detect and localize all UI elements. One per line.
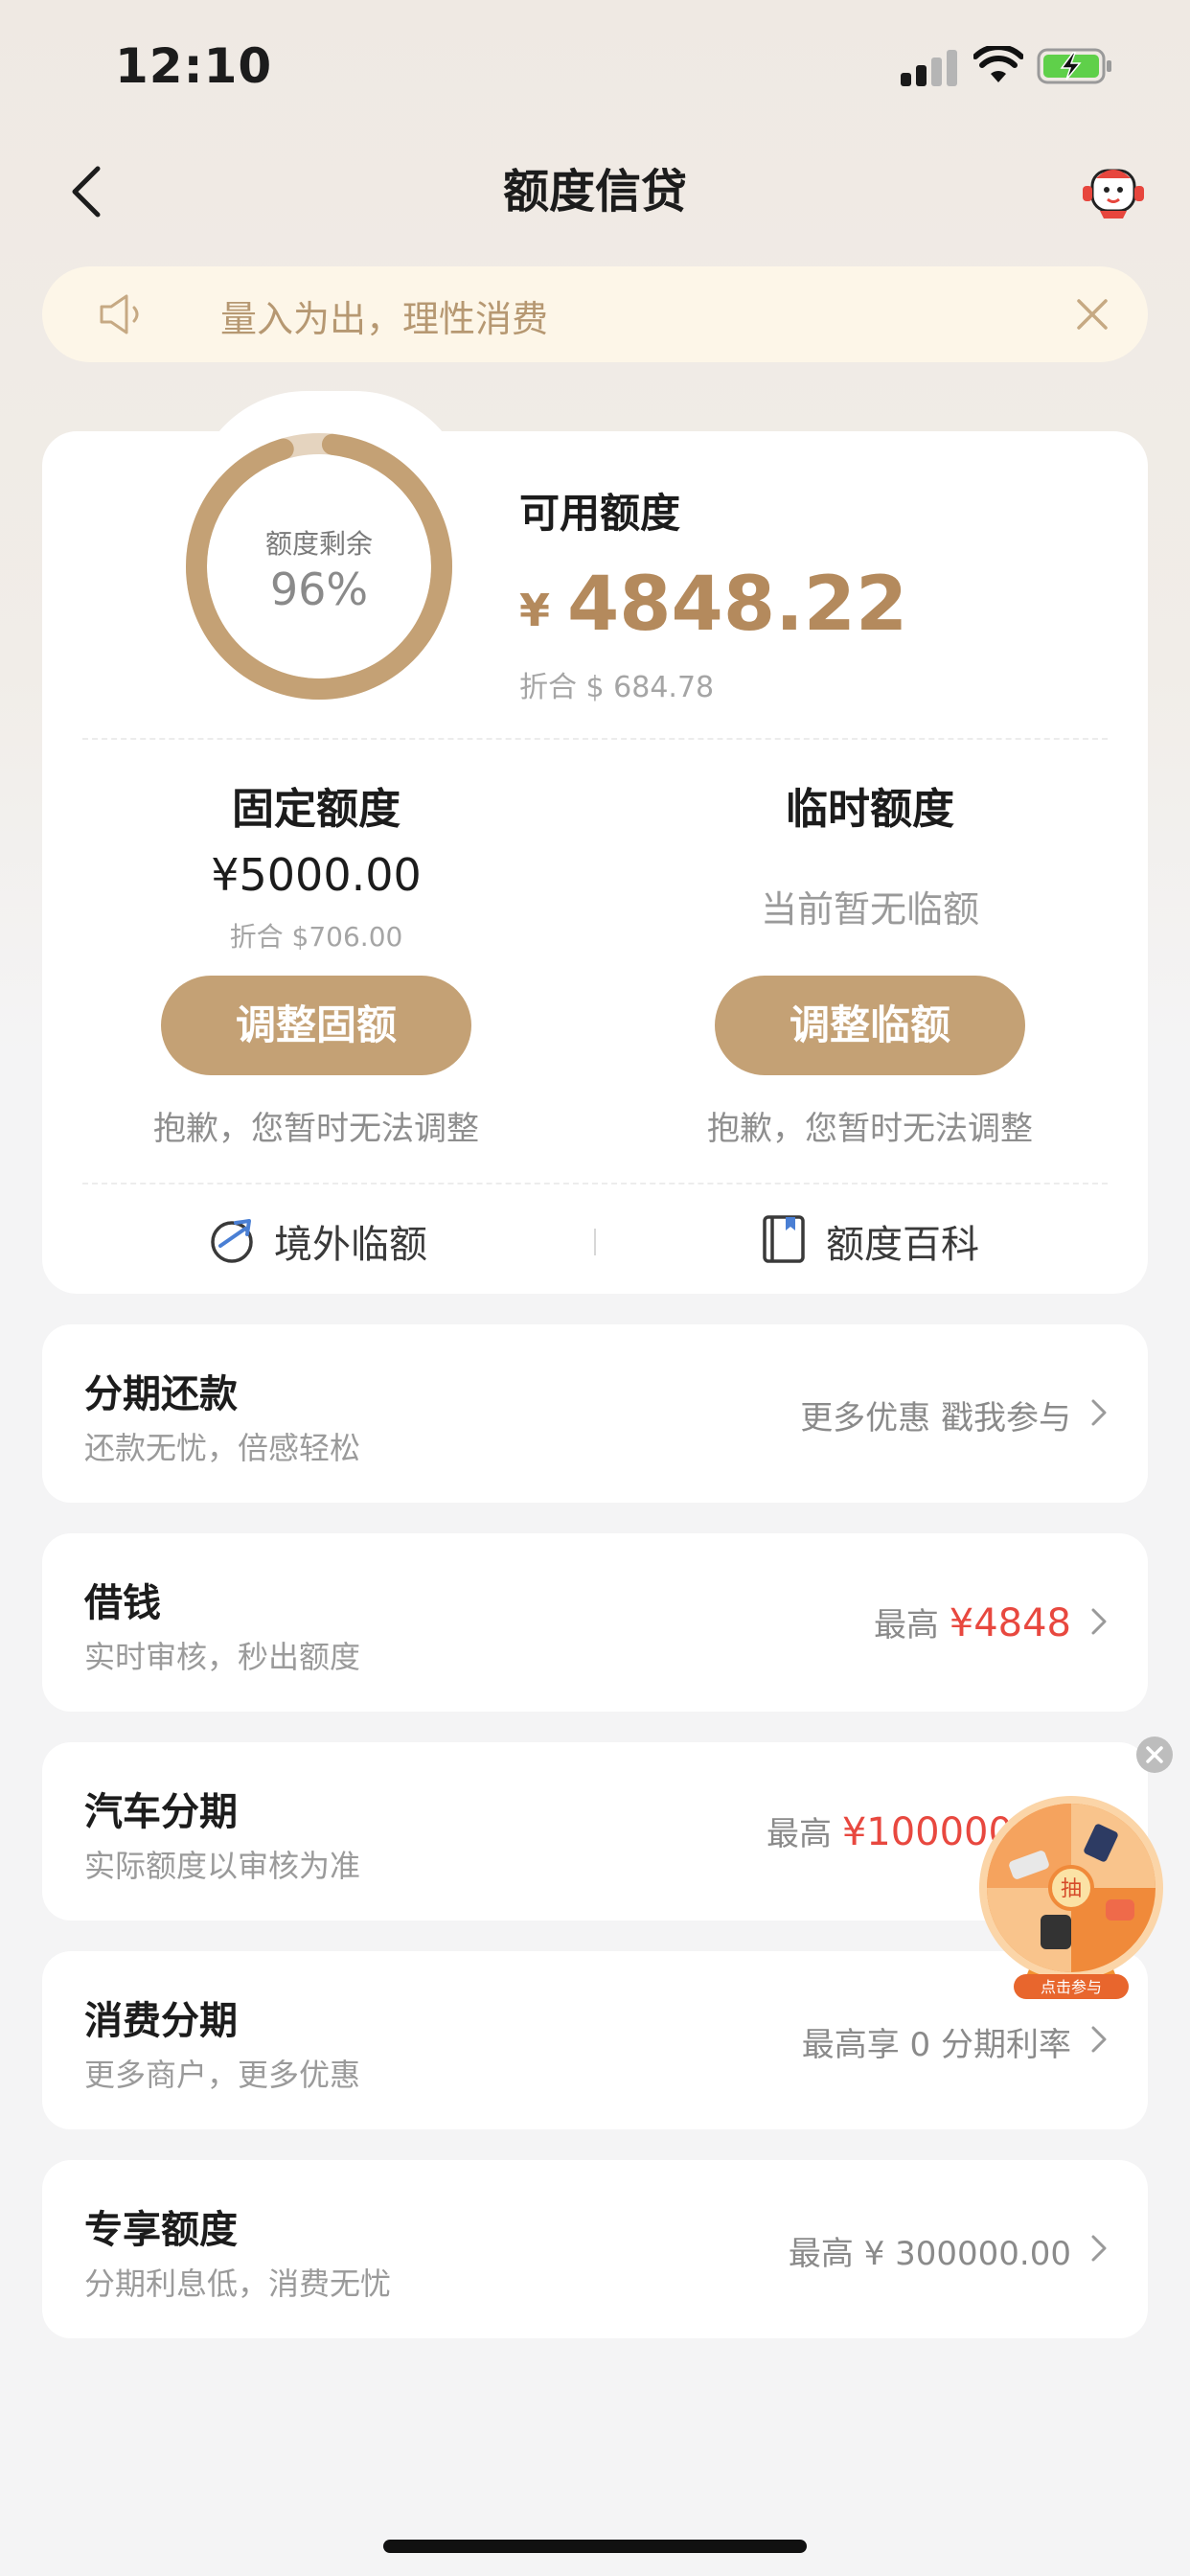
row-subtitle: 还款无忧，倍感轻松 [84,1430,361,1466]
chevron-right-icon [1091,2235,1107,2262]
wheel-center-label: 抽 [1061,1877,1082,1901]
temp-credit-status: 当前暂无临额 [760,888,979,931]
row-title: 借钱 [84,1581,161,1625]
close-icon[interactable] [1073,295,1111,334]
row-subtitle: 实际额度以审核为准 [84,1848,361,1884]
chevron-right-icon [1091,1399,1107,1426]
temp-credit-title: 临时额度 [786,785,954,834]
temp-adjust-note: 抱歉，您暂时无法调整 [707,1110,1033,1148]
row-title: 汽车分期 [84,1790,238,1834]
fixed-credit-converted: 折合 $706.00 [229,921,403,953]
row-title: 分期还款 [84,1372,238,1416]
notice-text: 量入为出，理性消费 [220,298,549,340]
speaker-icon [100,294,139,334]
row-subtitle: 分期利息低，消费无忧 [84,2266,392,2302]
fixed-credit-title: 固定额度 [232,785,400,834]
ring-label: 额度剩余 [264,528,373,560]
page-title: 额度信贷 [502,165,687,218]
lucky-wheel-icon[interactable]: 抽 点击参与 [975,1792,1167,2003]
row-right-text: 更多优惠 戳我参与 [800,1399,1071,1438]
divider [82,1183,1108,1184]
adjust-temp-button[interactable]: 调整临额 [715,976,1025,1075]
row-title: 消费分期 [84,1999,238,2043]
adjust-fixed-button[interactable]: 调整固额 [161,976,471,1075]
row-right-prefix: 最高 [767,1815,832,1853]
row-subtitle: 实时审核，秒出额度 [84,1639,361,1675]
row-right-text: 最高享 0 分期利率 [801,2026,1071,2064]
separator [594,1229,596,1255]
notice-bar: 量入为出，理性消费 [42,266,1148,362]
globe-plane-icon [211,1219,253,1263]
available-credit-converted: 折合 $ 684.78 [519,671,715,704]
available-credit-label: 可用额度 [519,490,681,537]
cellular-signal-icon [901,50,958,86]
chevron-right-icon [1091,1608,1107,1635]
row-subtitle: 更多商户，更多优惠 [84,2057,361,2093]
row-title: 专享额度 [84,2208,238,2252]
wheel-caption: 点击参与 [1041,1978,1102,1996]
row-right-text: 最高 ¥4848 [874,1598,1071,1645]
wifi-icon [973,46,1023,82]
row-right-prefix: 最高 [873,1606,939,1644]
available-credit-value: 4848.22 [567,562,908,648]
chevron-right-icon [1091,2026,1107,2053]
customer-service-icon[interactable] [1081,161,1146,222]
row-right-value: ¥4848 [949,1601,1071,1645]
overseas-temp-credit-link[interactable]: 境外临额 [274,1213,427,1269]
home-indicator [383,2540,807,2553]
list-item-installment-repay[interactable]: 分期还款 还款无忧，倍感轻松 更多优惠 戳我参与 [42,1324,1148,1503]
fixed-credit-amount: ¥5000.00 [211,849,422,901]
book-icon [763,1215,805,1263]
list-item-exclusive-credit[interactable]: 专享额度 分期利息低，消费无忧 最高 ¥ 300000.00 [42,2160,1148,2338]
fixed-adjust-note: 抱歉，您暂时无法调整 [153,1110,479,1148]
status-time: 12:10 [115,38,273,94]
available-currency: ¥ [519,585,551,636]
float-close-icon[interactable] [1134,1735,1175,1775]
divider [82,738,1108,740]
credit-encyclopedia-link[interactable]: 额度百科 [826,1213,979,1269]
ring-percent: 96% [269,564,369,615]
list-item-borrow[interactable]: 借钱 实时审核，秒出额度 最高 ¥4848 [42,1533,1148,1712]
row-right-text: 最高 ¥ 300000.00 [788,2235,1071,2273]
battery-charging-icon [1037,48,1111,84]
